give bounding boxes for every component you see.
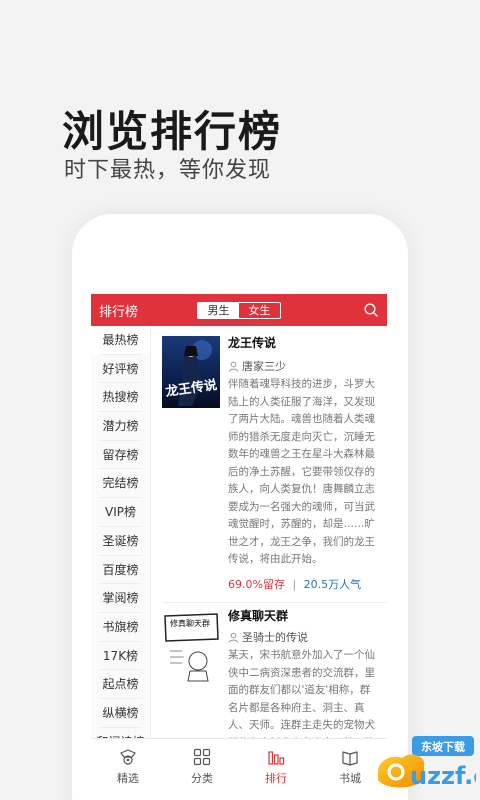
author-name: 圣骑士的传说 [242, 631, 308, 644]
page-subheading: 时下最热，等你发现 [64, 158, 272, 183]
book-description: 某天，宋书航意外加入了一个仙侠中二病资深患者的交流群，里面的群友们都以'道友'相… [228, 649, 375, 738]
bottom-tab-bar: 精选 分类 排行 书城 [91, 738, 387, 800]
medal-icon [120, 749, 136, 765]
book-author: 唐家三少 [228, 358, 286, 374]
page-heading: 浏览排行榜 [62, 107, 283, 156]
person-icon [228, 361, 239, 372]
watermark-en: uzzf.com [410, 762, 476, 790]
tab-ranking[interactable]: 排行 [239, 739, 313, 800]
sidebar-item-shuqi[interactable]: 书旗榜 [91, 613, 150, 642]
tab-label: 精选 [117, 772, 139, 785]
tab-label: 分类 [191, 772, 213, 785]
sidebar-item-zhangyue[interactable]: 掌阅榜 [91, 584, 150, 613]
person-icon [228, 632, 239, 643]
retention-rate: 69.0%留存 [228, 578, 285, 591]
book-author: 圣骑士的传说 [228, 629, 308, 645]
stats-separator: | [292, 578, 297, 591]
book-description: 伴随着魂导科技的进步，斗罗大陆上的人类征服了海洋，又发现了两片大陆。魂兽也随着人… [228, 378, 375, 565]
watermark-cn: 东坡下载 [421, 740, 465, 754]
sidebar-item-christmas[interactable]: 圣诞榜 [91, 527, 150, 556]
sidebar-item-zongheng[interactable]: 纵横榜 [91, 699, 150, 728]
bookstore-icon [342, 751, 358, 766]
sidebar-item-baidu[interactable]: 百度榜 [91, 556, 150, 585]
sidebar-item-potential[interactable]: 潜力榜 [91, 412, 150, 441]
book-stats: 69.0%留存 | 20.5万人气 [228, 576, 361, 592]
tab-label: 排行 [265, 772, 287, 785]
sidebar-item-hot[interactable]: 最热榜 [91, 326, 150, 355]
sidebar-item-finished[interactable]: 完结榜 [91, 469, 150, 498]
book-cover[interactable]: 修真聊天群 [162, 611, 220, 683]
cover-title: 修真聊天群 [170, 618, 210, 628]
sidebar-item-search[interactable]: 热搜榜 [91, 383, 150, 412]
book-list: 龙王传说 龙王传说 唐家三少 伴随着魂导科技的进步，斗罗大陆上的人类征服了海洋，… [152, 326, 387, 738]
tab-category[interactable]: 分类 [165, 739, 239, 800]
tab-female[interactable]: 女生 [239, 303, 280, 318]
sidebar-item-17k[interactable]: 17K榜 [91, 642, 150, 671]
list-item[interactable]: 修真聊天群 修真聊天群 圣骑士的传说 某天，宋书航意外加入了一个仙侠中二病资深患… [152, 603, 387, 738]
header-title: 排行榜 [99, 305, 139, 320]
book-title[interactable]: 修真聊天群 [228, 607, 288, 624]
author-name: 唐家三少 [242, 360, 286, 373]
popularity-count: 20.5万人气 [303, 578, 362, 591]
book-cover[interactable]: 龙王传说 [162, 336, 220, 408]
sidebar-item-qidian[interactable]: 起点榜 [91, 670, 150, 699]
sidebar-item-vip[interactable]: VIP榜 [91, 498, 150, 527]
tab-male[interactable]: 男生 [198, 303, 239, 318]
app-screen: 排行榜 男生 女生 最热榜 好评榜 热搜榜 潜力榜 留存榜 完结榜 VIP榜 圣… [91, 294, 387, 800]
top-bar: 排行榜 男生 女生 [91, 294, 387, 326]
sidebar-item-retention[interactable]: 留存榜 [91, 441, 150, 470]
search-icon[interactable] [363, 302, 379, 318]
bar-chart-icon [268, 751, 285, 765]
grid-icon [193, 748, 211, 766]
site-watermark: 东坡下载 uzzf.com [372, 736, 480, 792]
list-item[interactable]: 龙王传说 龙王传说 唐家三少 伴随着魂导科技的进步，斗罗大陆上的人类征服了海洋，… [152, 326, 387, 598]
sidebar-item-rated[interactable]: 好评榜 [91, 355, 150, 384]
tab-featured[interactable]: 精选 [91, 739, 165, 800]
ranking-category-list: 最热榜 好评榜 热搜榜 潜力榜 留存榜 完结榜 VIP榜 圣诞榜 百度榜 掌阅榜… [91, 326, 151, 757]
book-title[interactable]: 龙王传说 [228, 334, 276, 351]
gender-switch: 男生 女生 [197, 302, 281, 319]
